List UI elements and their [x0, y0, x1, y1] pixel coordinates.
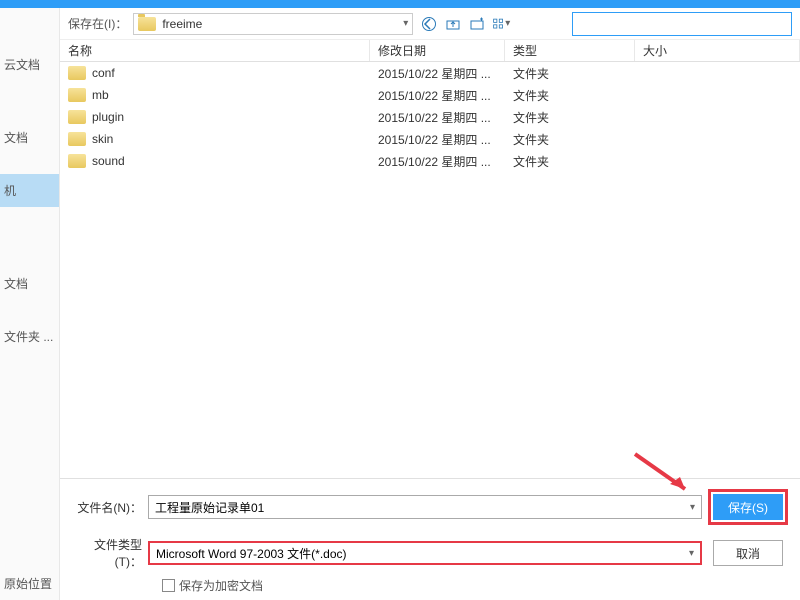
- filename-input[interactable]: 工程量原始记录单01 ▾: [148, 495, 702, 519]
- chevron-down-icon[interactable]: ▾: [689, 548, 694, 559]
- column-header-date[interactable]: 修改日期: [370, 40, 505, 61]
- chevron-down-icon: ▾: [403, 18, 408, 29]
- file-name: plugin: [92, 110, 124, 124]
- column-header-name[interactable]: 名称: [60, 40, 370, 61]
- encrypt-checkbox[interactable]: [162, 579, 175, 592]
- bottom-panel: 文件名(N)： 工程量原始记录单01 ▾ 保存(S) 文件类型(T)： Micr…: [60, 478, 800, 600]
- chevron-down-icon: ▾: [505, 18, 510, 29]
- folder-icon: [68, 154, 86, 168]
- sidebar-item-computer[interactable]: 机: [0, 174, 59, 207]
- search-input[interactable]: [572, 12, 792, 36]
- folder-path-combo[interactable]: freeime ▾: [133, 13, 413, 35]
- file-type: 文件夹: [505, 87, 635, 104]
- column-header-type[interactable]: 类型: [505, 40, 635, 61]
- folder-icon: [68, 88, 86, 102]
- filename-label: 文件名(N)：: [72, 499, 142, 516]
- toolbar: 保存在(I)： freeime ▾ ▾: [60, 8, 800, 40]
- sidebar-original-location[interactable]: 原始位置: [4, 575, 52, 592]
- cancel-button[interactable]: 取消: [713, 540, 783, 566]
- file-name: mb: [92, 88, 109, 102]
- folder-icon: [138, 17, 156, 31]
- new-folder-icon[interactable]: [467, 14, 487, 34]
- file-type: 文件夹: [505, 153, 635, 170]
- minimize-button[interactable]: [746, 0, 774, 8]
- file-name: sound: [92, 154, 125, 168]
- up-folder-icon[interactable]: [443, 14, 463, 34]
- filetype-value: Microsoft Word 97-2003 文件(*.doc): [156, 545, 347, 562]
- save-button-highlight: 保存(S): [708, 489, 788, 525]
- nav-icons: ▾: [419, 14, 511, 34]
- file-date: 2015/10/22 星期四 ...: [370, 109, 505, 126]
- filetype-combo[interactable]: Microsoft Word 97-2003 文件(*.doc) ▾: [148, 541, 702, 565]
- table-row[interactable]: sound 2015/10/22 星期四 ... 文件夹: [60, 150, 800, 172]
- file-list: conf 2015/10/22 星期四 ... 文件夹 mb 2015/10/2…: [60, 62, 800, 478]
- sidebar-item-documents-2[interactable]: 文档: [0, 267, 59, 300]
- table-row[interactable]: mb 2015/10/22 星期四 ... 文件夹: [60, 84, 800, 106]
- table-row[interactable]: plugin 2015/10/22 星期四 ... 文件夹: [60, 106, 800, 128]
- file-date: 2015/10/22 星期四 ...: [370, 153, 505, 170]
- sidebar-item-documents[interactable]: 文档: [0, 121, 59, 154]
- sidebar: 云文档 文档 机 文档 文件夹 ... 原始位置: [0, 8, 60, 600]
- save-in-label: 保存在(I)：: [68, 15, 127, 32]
- titlebar: [0, 0, 800, 8]
- file-date: 2015/10/22 星期四 ...: [370, 65, 505, 82]
- file-type: 文件夹: [505, 131, 635, 148]
- folder-icon: [68, 132, 86, 146]
- table-row[interactable]: conf 2015/10/22 星期四 ... 文件夹: [60, 62, 800, 84]
- file-date: 2015/10/22 星期四 ...: [370, 131, 505, 148]
- file-date: 2015/10/22 星期四 ...: [370, 87, 505, 104]
- column-headers: 名称 修改日期 类型 大小: [60, 40, 800, 62]
- folder-icon: [68, 110, 86, 124]
- file-name: skin: [92, 132, 113, 146]
- file-type: 文件夹: [505, 109, 635, 126]
- back-icon[interactable]: [419, 14, 439, 34]
- filename-value: 工程量原始记录单01: [155, 499, 264, 516]
- main-panel: 保存在(I)： freeime ▾ ▾ 名称 修改日期 类型: [60, 8, 800, 600]
- chevron-down-icon[interactable]: ▾: [690, 502, 695, 513]
- sidebar-item-cloud-docs[interactable]: 云文档: [0, 48, 59, 81]
- column-header-size[interactable]: 大小: [635, 40, 800, 61]
- file-type: 文件夹: [505, 65, 635, 82]
- current-folder-name: freeime: [162, 17, 397, 31]
- file-name: conf: [92, 66, 115, 80]
- sidebar-item-folder[interactable]: 文件夹 ...: [0, 320, 59, 353]
- table-row[interactable]: skin 2015/10/22 星期四 ... 文件夹: [60, 128, 800, 150]
- view-mode-icon[interactable]: ▾: [491, 14, 511, 34]
- filetype-label: 文件类型(T)：: [72, 536, 142, 570]
- folder-icon: [68, 66, 86, 80]
- save-button[interactable]: 保存(S): [713, 494, 783, 520]
- encrypt-checkbox-label: 保存为加密文档: [179, 577, 263, 594]
